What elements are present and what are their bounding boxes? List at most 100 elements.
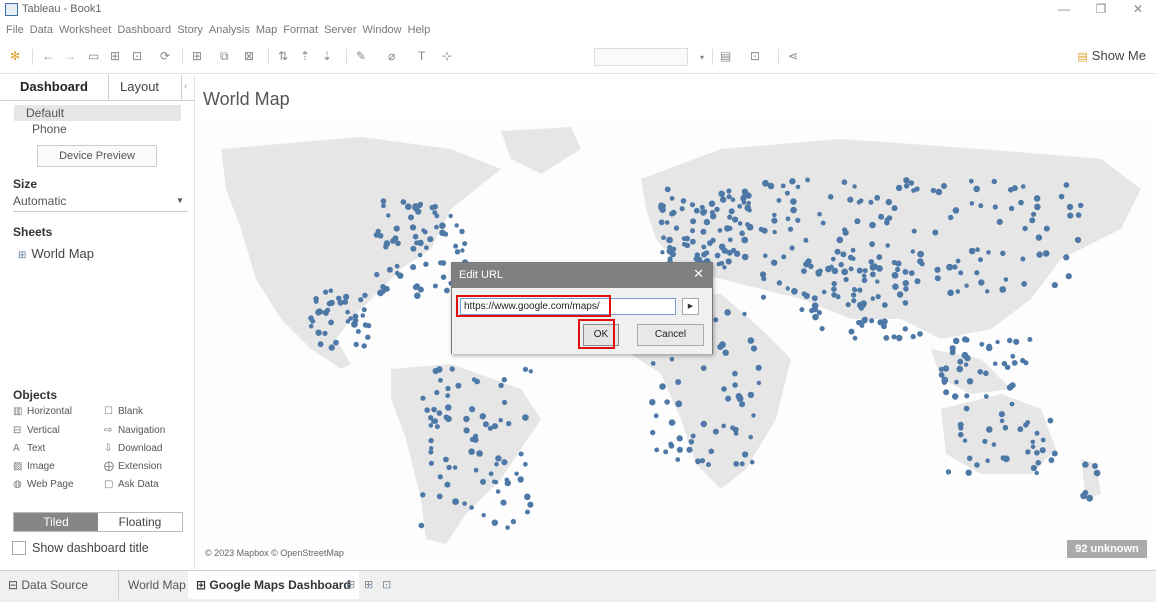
map-point[interactable]	[676, 446, 683, 453]
map-point[interactable]	[431, 406, 437, 413]
map-point[interactable]	[381, 203, 386, 209]
map-point[interactable]	[438, 377, 443, 383]
fit-dropdown[interactable]	[594, 48, 688, 66]
map-point[interactable]	[690, 433, 696, 439]
map-point[interactable]	[397, 272, 404, 279]
map-point[interactable]	[361, 343, 367, 349]
map-point[interactable]	[1039, 447, 1046, 454]
map-point[interactable]	[445, 393, 451, 398]
size-dropdown-icon[interactable]: ▼	[176, 196, 184, 205]
map-point[interactable]	[883, 335, 890, 341]
presentation-icon[interactable]: ⊡	[750, 49, 760, 63]
map-point[interactable]	[964, 393, 970, 399]
undo-icon[interactable]: ←	[42, 49, 54, 63]
map-point[interactable]	[675, 457, 681, 462]
map-point[interactable]	[718, 190, 725, 198]
map-point[interactable]	[841, 179, 848, 185]
map-point[interactable]	[1066, 203, 1074, 211]
map-point[interactable]	[366, 323, 372, 329]
map-point[interactable]	[795, 217, 801, 223]
map-point[interactable]	[469, 406, 476, 413]
map-point[interactable]	[1011, 185, 1018, 192]
map-point[interactable]	[724, 309, 731, 316]
labels-icon[interactable]: T	[418, 49, 425, 63]
map-point[interactable]	[875, 265, 881, 270]
map-point[interactable]	[962, 438, 968, 443]
map-point[interactable]	[834, 248, 841, 255]
map-point[interactable]	[1034, 203, 1041, 211]
map-point[interactable]	[452, 498, 459, 505]
map-point[interactable]	[429, 204, 435, 211]
map-point[interactable]	[1036, 251, 1043, 258]
map-point[interactable]	[885, 198, 892, 206]
map-point[interactable]	[978, 257, 983, 263]
map-point[interactable]	[669, 196, 675, 201]
map-point[interactable]	[343, 293, 350, 300]
map-point[interactable]	[688, 439, 695, 445]
map-point[interactable]	[1065, 273, 1072, 280]
map-point[interactable]	[424, 245, 429, 251]
map-point[interactable]	[950, 348, 956, 354]
size-select[interactable]: Automatic	[13, 194, 66, 208]
map-point[interactable]	[815, 270, 822, 277]
map-point[interactable]	[494, 461, 499, 467]
pause-updates-icon[interactable]: ⊡	[132, 49, 142, 63]
map-point[interactable]	[741, 188, 749, 195]
map-point[interactable]	[725, 258, 732, 265]
map-point[interactable]	[518, 451, 524, 457]
map-point[interactable]	[896, 334, 903, 342]
map-point[interactable]	[409, 224, 417, 231]
map-point[interactable]	[445, 404, 452, 411]
map-point[interactable]	[400, 199, 407, 205]
map-point[interactable]	[732, 382, 738, 388]
map-point[interactable]	[323, 289, 329, 295]
map-point[interactable]	[851, 256, 856, 261]
map-point[interactable]	[355, 329, 361, 334]
device-default[interactable]: Default	[14, 105, 181, 121]
map-point[interactable]	[876, 254, 883, 261]
menu-dashboard[interactable]: Dashboard	[117, 20, 171, 40]
map-point[interactable]	[659, 383, 666, 390]
map-point[interactable]	[892, 283, 899, 290]
map-point[interactable]	[681, 241, 687, 247]
map-point[interactable]	[975, 247, 980, 252]
map-point[interactable]	[973, 185, 980, 193]
map-point[interactable]	[510, 518, 517, 525]
map-point[interactable]	[789, 245, 795, 251]
map-point[interactable]	[854, 218, 861, 225]
map-point[interactable]	[968, 178, 974, 184]
map-point[interactable]	[733, 431, 739, 436]
map-point[interactable]	[812, 313, 819, 321]
menu-data[interactable]: Data	[30, 20, 53, 40]
map-point[interactable]	[412, 233, 419, 240]
map-point[interactable]	[420, 395, 426, 401]
map-point[interactable]	[869, 318, 875, 324]
map-point[interactable]	[469, 505, 474, 510]
map-point[interactable]	[517, 476, 524, 483]
map-point[interactable]	[986, 250, 991, 255]
map-point[interactable]	[410, 264, 417, 271]
map-point[interactable]	[700, 228, 707, 235]
map-point[interactable]	[660, 250, 665, 255]
map-point[interactable]	[978, 203, 984, 209]
map-point[interactable]	[858, 198, 864, 204]
map-point[interactable]	[1029, 217, 1036, 224]
map-point[interactable]	[491, 519, 498, 526]
map-point[interactable]	[445, 415, 452, 423]
tab-layout[interactable]: Layout	[120, 79, 159, 94]
map-point[interactable]	[991, 442, 997, 447]
map-point[interactable]	[719, 341, 726, 349]
map-point[interactable]	[362, 292, 368, 298]
map-point[interactable]	[322, 330, 328, 336]
map-point[interactable]	[480, 478, 486, 485]
map-point[interactable]	[749, 459, 755, 465]
sort-asc-icon[interactable]: ⇡	[300, 49, 310, 63]
map-point[interactable]	[958, 270, 964, 276]
map-point[interactable]	[903, 183, 910, 189]
object-image[interactable]: ▨ Image	[13, 461, 55, 472]
map-point[interactable]	[848, 328, 855, 335]
map-point[interactable]	[725, 395, 732, 402]
menu-worksheet[interactable]: Worksheet	[59, 20, 111, 40]
tab-world-map[interactable]: World Map	[120, 571, 194, 599]
map-point[interactable]	[462, 501, 467, 506]
